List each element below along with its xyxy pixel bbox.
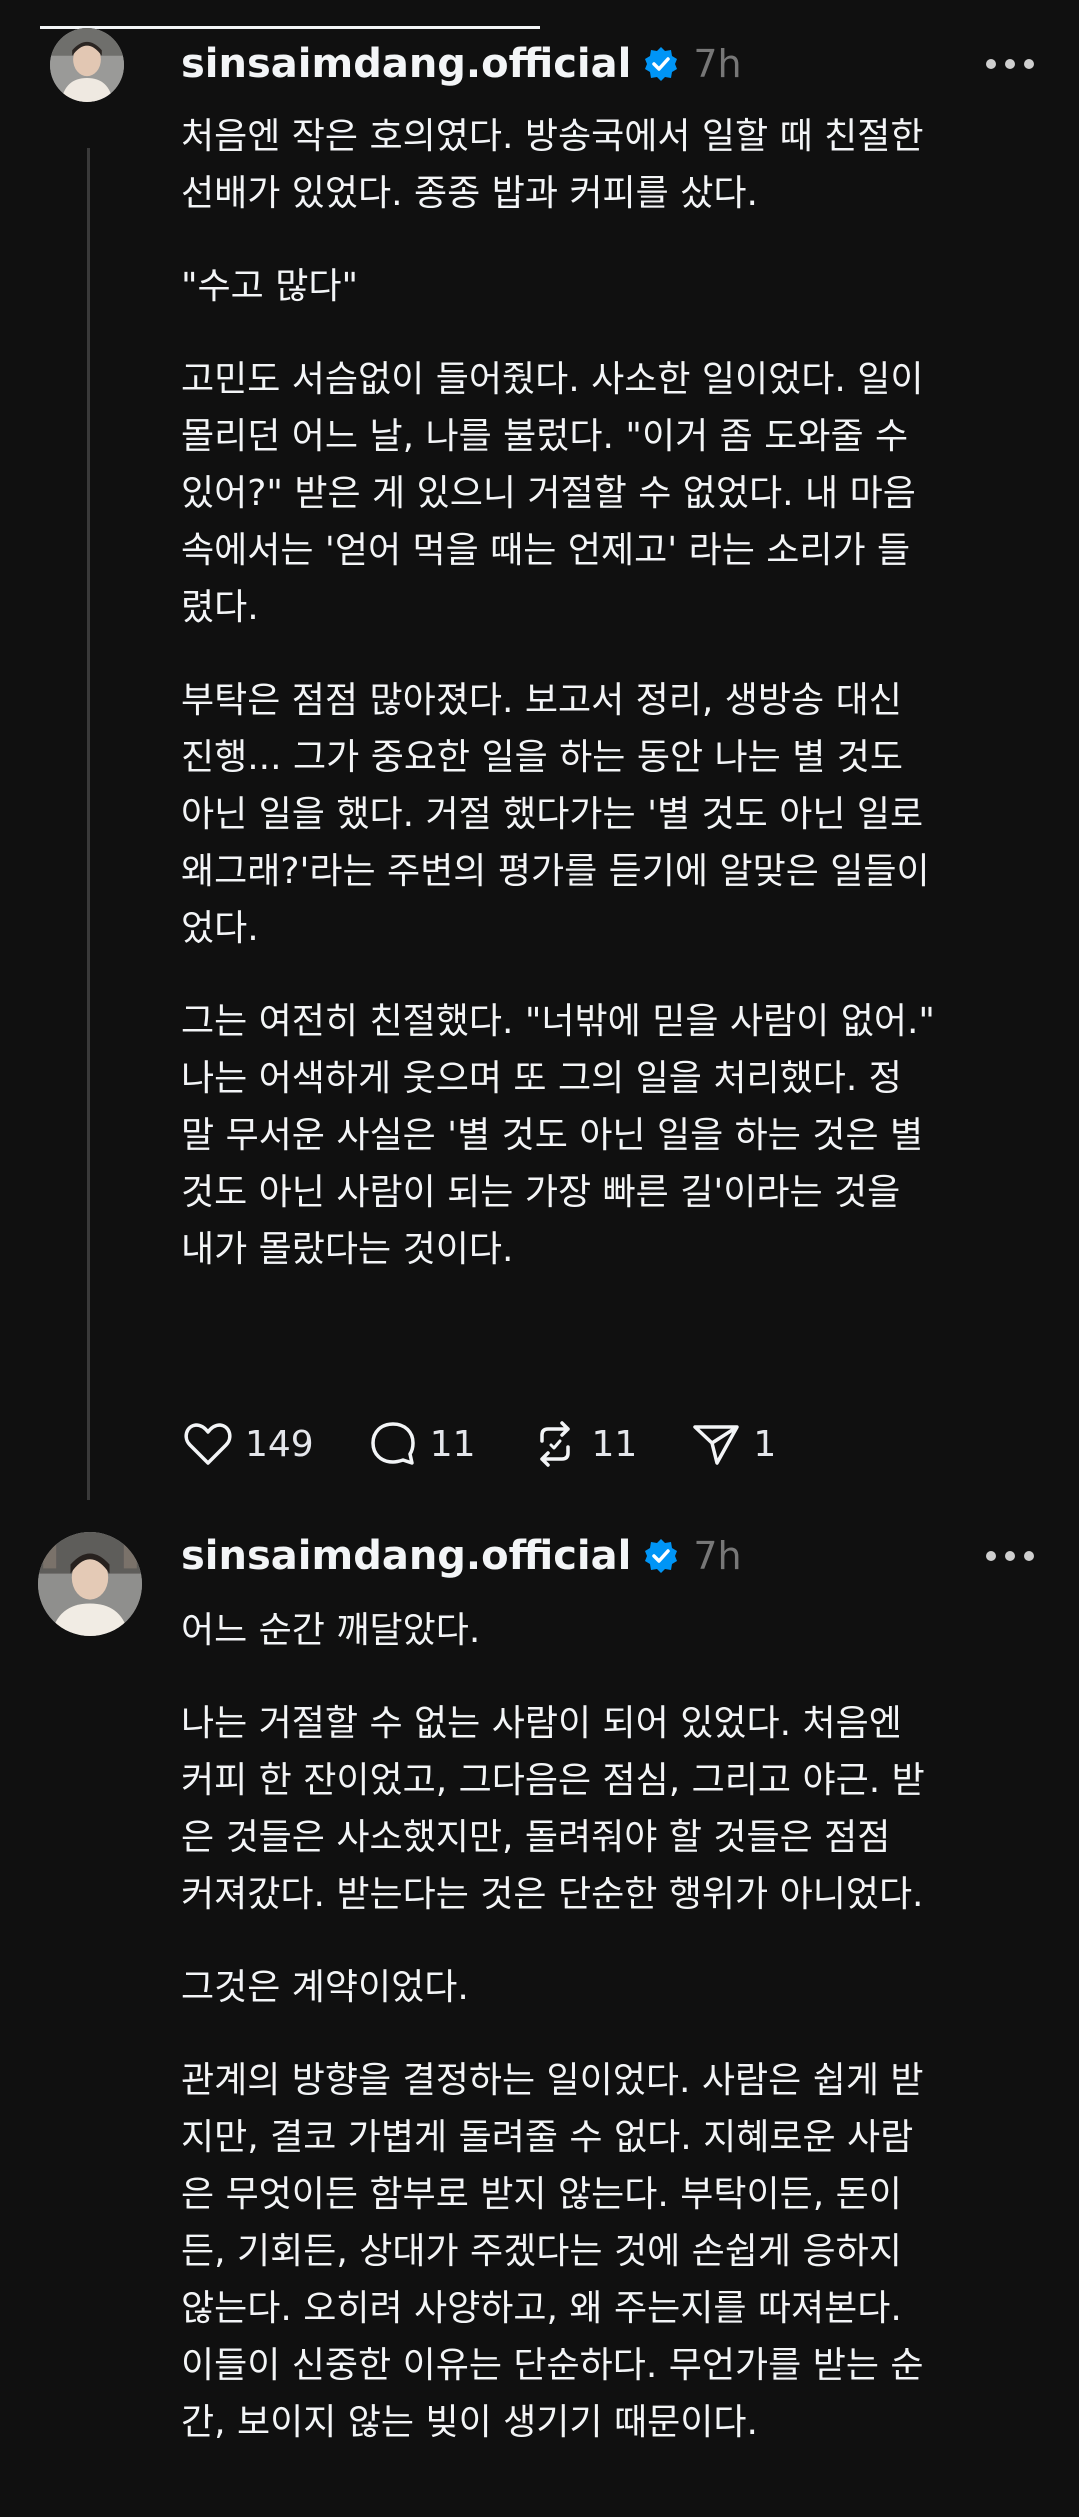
post-header: sinsaimdang.official 7h [181, 1526, 742, 1586]
like-count: 149 [245, 1423, 314, 1465]
post-paragraph: 고민도 서슴없이 들어줬다. 사소한 일이었다. 일이 몰리던 어느 날, 나를… [181, 359, 924, 628]
post-paragraph: "수고 많다" [181, 266, 359, 307]
post-paragraph: 부탁은 점점 많아졌다. 보고서 정리, 생방송 대신 진행... 그가 중요한… [181, 680, 930, 949]
comment-icon [370, 1422, 415, 1465]
repost-icon [539, 1421, 570, 1467]
verified-badge-icon [643, 1538, 679, 1574]
avatar[interactable] [50, 28, 124, 102]
post-body: 어느 순간 깨달았다. 나는 거절할 수 없는 사람이 되어 있었다. 처음엔 … [181, 1602, 1061, 2487]
thread-connector-line [87, 148, 90, 1500]
post-paragraph: 관계의 방향을 결정하는 일이었다. 사람은 쉽게 받 지만, 결코 가볍게 돌… [181, 2060, 924, 2443]
post-paragraph: 나는 거절할 수 없는 사람이 되어 있었다. 처음엔 커피 한 잔이었고, 그… [181, 1703, 925, 1915]
send-icon [693, 1425, 740, 1465]
post-paragraph: 그는 여전히 친절했다. "너밖에 믿을 사람이 없어." 나는 어색하게 웃으… [181, 1001, 935, 1270]
post-paragraph: 어느 순간 깨달았다. [181, 1610, 481, 1651]
post-paragraph: 처음엔 작은 호의였다. 방송국에서 일할 때 친절한 선배가 있었다. 종종 … [181, 116, 924, 214]
repost-button[interactable]: 11 [528, 1417, 638, 1471]
post-header: sinsaimdang.official 7h [181, 34, 742, 94]
share-button[interactable]: 1 [689, 1417, 776, 1471]
username[interactable]: sinsaimdang.official [181, 1533, 631, 1579]
post-timestamp: 7h [693, 1534, 742, 1578]
avatar[interactable] [38, 1532, 142, 1636]
verified-badge-icon [643, 46, 679, 82]
post-actions: 149 11 11 1 [181, 1414, 828, 1474]
avatar-photo [50, 28, 124, 102]
top-scroll-indicator [40, 26, 540, 29]
post-timestamp: 7h [693, 42, 742, 86]
heart-icon [184, 1423, 232, 1465]
repost-count: 11 [591, 1423, 638, 1465]
like-button[interactable]: 149 [181, 1417, 314, 1471]
more-options-icon[interactable] [980, 1526, 1040, 1586]
username[interactable]: sinsaimdang.official [181, 41, 631, 87]
comment-button[interactable]: 11 [366, 1417, 476, 1471]
post-body: 처음엔 작은 호의였다. 방송국에서 일할 때 친절한 선배가 있었다. 종종 … [181, 108, 1061, 1314]
share-count: 1 [753, 1423, 777, 1465]
avatar-photo [38, 1532, 142, 1636]
post-paragraph: 그것은 계약이었다. [181, 1967, 469, 2008]
more-options-icon[interactable] [980, 34, 1040, 94]
comment-count: 11 [429, 1423, 476, 1465]
